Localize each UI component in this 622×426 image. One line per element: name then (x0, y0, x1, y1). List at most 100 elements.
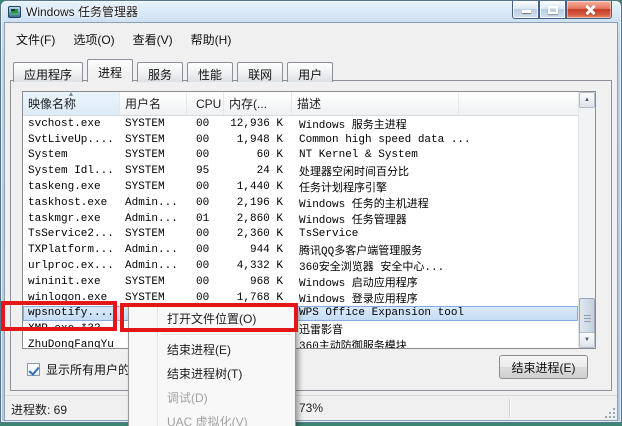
cell-name: XMP.exe *32 (23, 323, 120, 335)
process-row[interactable]: wininit.exeSYSTEM00968 KWindows 启动应用程序 (23, 274, 578, 290)
cell-name: wininit.exe (23, 276, 120, 288)
cell-name: System Idl... (23, 165, 120, 177)
desktop: Windows 任务管理器 文件(F)选项(O)查看(V)帮助(H) 应用程序进… (0, 0, 622, 426)
process-row[interactable]: wpsnotify....WPS Office Expansion tool (23, 306, 578, 322)
cell-cpu: 00 (187, 181, 224, 193)
cell-desc: Windows 启动应用程序 (292, 274, 578, 290)
show-all-users-checkbox[interactable] (27, 363, 40, 376)
process-row[interactable]: ZhuDongFangYu 360主动防御服务模块 (23, 337, 578, 348)
tab-3[interactable]: 性能 (187, 62, 233, 82)
cell-user: SYSTEM (120, 228, 187, 240)
header-label: 用户名 (125, 95, 161, 112)
header-cell-1[interactable]: 用户名 (120, 92, 187, 115)
cell-desc: 迅雷影音 (292, 321, 578, 337)
cell-user: SYSTEM (120, 149, 187, 161)
cell-mem: 24 K (224, 165, 292, 177)
cell-desc: 360安全浏览器 安全中心... (292, 258, 578, 274)
vertical-scrollbar[interactable]: ▲ ▼ (578, 92, 595, 348)
process-list: ▲映像名称用户名 CPU内存(... 描述 svchost.exeSYSTEM001… (22, 91, 596, 349)
cell-user: SYSTEM (120, 292, 187, 304)
cell-desc: Windows 登录应用程序 (292, 290, 578, 306)
cell-mem: 4,332 K (224, 260, 292, 272)
tab-0[interactable]: 应用程序 (13, 62, 83, 82)
process-row[interactable]: taskhost.exeAdmin...002,196 KWindows 任务的… (23, 195, 578, 211)
cell-cpu: 00 (187, 149, 224, 161)
cell-mem: 2,360 K (224, 228, 292, 240)
process-row[interactable]: svchost.exeSYSTEM0012,936 KWindows 服务主进程 (23, 116, 578, 132)
cell-mem: 2,196 K (224, 197, 292, 209)
cell-desc: 处理器空闲时间百分比 (292, 163, 578, 179)
cell-desc: 360主动防御服务模块 (292, 337, 578, 348)
process-row[interactable]: SystemSYSTEM0060 KNT Kernel & System (23, 148, 578, 164)
cell-user: Admin... (120, 213, 187, 225)
end-process-button[interactable]: 结束进程(E) (499, 355, 588, 379)
close-icon (584, 4, 596, 16)
close-button[interactable] (566, 1, 612, 19)
context-menu-item-1[interactable]: 结束进程(E) (129, 338, 295, 362)
process-row[interactable]: urlproc.ex...Admin...004,332 K360安全浏览器 安… (23, 258, 578, 274)
cell-mem: 1,768 K (224, 292, 292, 304)
window-title: Windows 任务管理器 (26, 3, 138, 20)
resize-grip[interactable] (605, 408, 615, 418)
header-filler (459, 92, 578, 115)
cell-name: taskhost.exe (23, 197, 120, 209)
process-count: 进程数: 69 (11, 401, 67, 418)
cell-cpu: 00 (187, 276, 224, 288)
menu-item-3[interactable]: 帮助(H) (182, 28, 241, 48)
tab-4[interactable]: 联网 (237, 62, 283, 82)
tab-1[interactable]: 进程 (87, 59, 133, 82)
context-menu-item-2[interactable]: 结束进程树(T) (129, 362, 295, 386)
tab-5[interactable]: 用户 (287, 62, 333, 82)
cell-cpu: 01 (187, 213, 224, 225)
cell-desc: Windows 任务的主机进程 (292, 195, 578, 211)
menu-item-0[interactable]: 文件(F) (7, 28, 64, 48)
cell-name: winlogon.exe (23, 292, 120, 304)
process-row[interactable]: TsService2...SYSTEM002,360 KTsService (23, 227, 578, 243)
cell-user: SYSTEM (120, 181, 187, 193)
header-cell-4[interactable]: 描述 (292, 92, 459, 115)
cell-desc: Common high speed data ... (292, 134, 578, 146)
scroll-down-button[interactable]: ▼ (579, 332, 595, 348)
menu-item-1[interactable]: 选项(O) (64, 28, 123, 48)
header-cell-3[interactable]: 内存(... (224, 92, 292, 115)
cell-mem: 1,948 K (224, 134, 292, 146)
cell-mem: 12,936 K (224, 118, 292, 130)
cell-user: Admin... (120, 260, 187, 272)
process-row[interactable]: System Idl...SYSTEM9524 K处理器空闲时间百分比 (23, 163, 578, 179)
process-row[interactable]: TXPlatform...Admin...00944 K腾讯QQ多客户端管理服务 (23, 242, 578, 258)
process-row[interactable]: SvtLiveUp....SYSTEM001,948 KCommon high … (23, 132, 578, 148)
cell-name: ZhuDongFangYu (23, 339, 120, 348)
header-cell-0[interactable]: ▲映像名称 (23, 92, 120, 115)
title-bar[interactable]: Windows 任务管理器 (1, 1, 621, 22)
cell-desc: Windows 任务管理器 (292, 211, 578, 227)
list-rows: svchost.exeSYSTEM0012,936 KWindows 服务主进程… (23, 116, 578, 348)
menu-item-2[interactable]: 查看(V) (124, 28, 182, 48)
context-menu-item-0[interactable]: 打开文件位置(O) (129, 307, 295, 331)
status-bar: 进程数: 69 73% (5, 395, 617, 420)
tab-strip: 应用程序进程服务性能联网用户 (13, 59, 337, 82)
cell-desc: 腾讯QQ多客户端管理服务 (292, 242, 578, 258)
minimize-button[interactable] (512, 1, 539, 19)
cell-cpu: 00 (187, 118, 224, 130)
processes-panel: ▲映像名称用户名 CPU内存(... 描述 svchost.exeSYSTEM001… (10, 80, 612, 391)
cell-cpu: 00 (187, 260, 224, 272)
header-cell-2[interactable]: CPU (187, 92, 224, 115)
maximize-button[interactable] (539, 1, 566, 19)
tab-2[interactable]: 服务 (137, 62, 183, 82)
scroll-up-button[interactable]: ▲ (579, 92, 595, 108)
cell-name: urlproc.ex... (23, 260, 120, 272)
cell-mem: 944 K (224, 244, 292, 256)
context-menu-item-4: UAC 虚拟化(V) (129, 410, 295, 426)
process-row[interactable]: winlogon.exeSYSTEM001,768 KWindows 登录应用程… (23, 290, 578, 306)
process-row[interactable]: taskmgr.exeAdmin...012,860 KWindows 任务管理… (23, 211, 578, 227)
list-header: ▲映像名称用户名 CPU内存(... 描述 (23, 92, 578, 116)
cell-mem: 2,860 K (224, 213, 292, 225)
window-controls (512, 1, 612, 19)
cell-name: System (23, 149, 120, 161)
memory-usage: 73% (299, 401, 323, 415)
process-row[interactable]: XMP.exe *32 迅雷影音 (23, 321, 578, 337)
minimize-icon (522, 10, 531, 13)
header-label: 描述 (297, 95, 321, 112)
scroll-down-icon: ▼ (584, 337, 590, 343)
process-row[interactable]: taskeng.exeSYSTEM001,440 K任务计划程序引擎 (23, 179, 578, 195)
